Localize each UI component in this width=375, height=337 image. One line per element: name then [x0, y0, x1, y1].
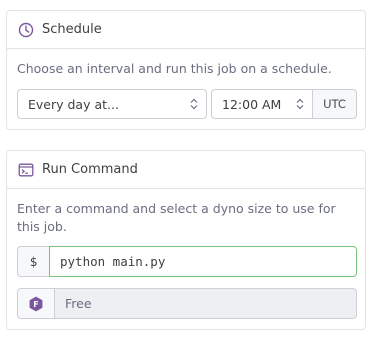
select-caret-icon [296, 98, 304, 110]
dyno-size-value: Free [65, 296, 92, 311]
time-select[interactable]: 12:00 AM [211, 89, 313, 119]
run-command-title: Run Command [42, 162, 138, 177]
terminal-icon [18, 162, 34, 178]
run-command-card: Run Command Enter a command and select a… [6, 150, 366, 330]
free-dyno-icon: F [17, 288, 54, 319]
schedule-header: Schedule [7, 11, 365, 49]
select-caret-icon [190, 98, 198, 110]
time-select-value: 12:00 AM [222, 96, 282, 112]
schedule-card: Schedule Choose an interval and run this… [6, 10, 366, 130]
schedule-description: Choose an interval and run this job on a… [17, 61, 332, 76]
command-input[interactable] [49, 246, 357, 277]
interval-select[interactable]: Every day at... [17, 89, 207, 119]
command-prompt-symbol: $ [17, 246, 49, 277]
clock-icon [18, 22, 34, 38]
run-command-header: Run Command [7, 151, 365, 189]
dyno-badge-letter: F [33, 300, 38, 309]
timezone-addon: UTC [312, 89, 357, 119]
interval-select-value: Every day at... [28, 96, 119, 112]
dyno-size-field[interactable]: Free [54, 288, 357, 319]
run-command-description: Enter a command and select a dyno size t… [17, 201, 336, 234]
schedule-title: Schedule [42, 22, 102, 37]
